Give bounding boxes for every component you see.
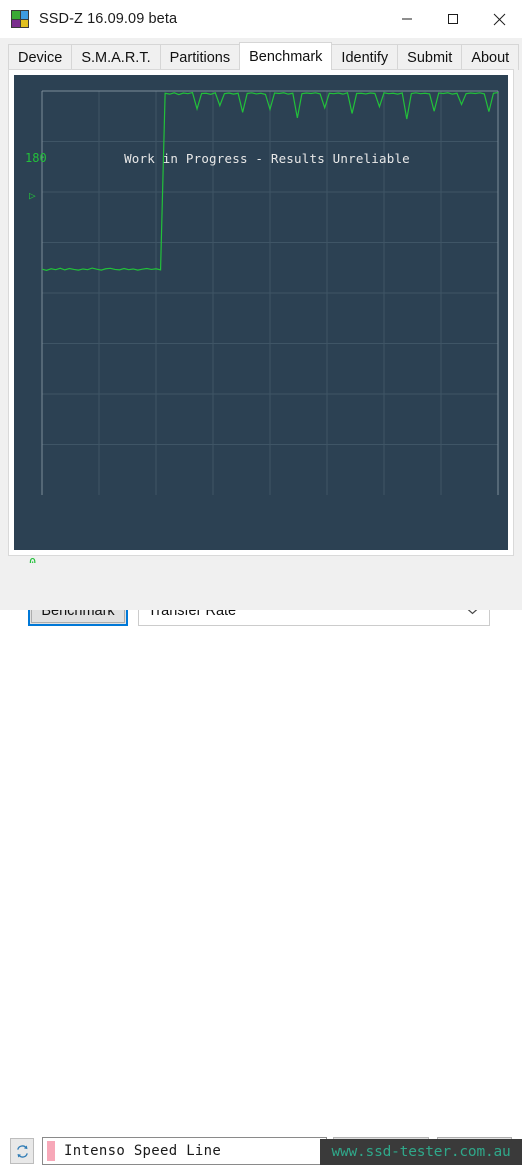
device-name-label: Intenso Speed Line [64, 1143, 222, 1159]
title-bar: SSD-Z 16.09.09 beta [0, 0, 522, 38]
chart-canvas [20, 77, 502, 517]
window-title: SSD-Z 16.09.09 beta [39, 11, 178, 27]
benchmark-panel: 180 0 Work in Progress - Results Unrelia… [8, 69, 514, 626]
device-color-swatch [47, 1141, 55, 1161]
chevron-down-icon [409, 1142, 420, 1160]
ssdz-logo-icon [11, 10, 29, 28]
tab-smart[interactable]: S.M.A.R.T. [71, 44, 161, 70]
quit-button[interactable]: Quit [437, 1137, 512, 1165]
tab-device[interactable]: Device [8, 44, 73, 70]
minimize-icon[interactable] [384, 0, 430, 38]
tab-identify[interactable]: Identify [331, 44, 399, 70]
transfer-rate-chart[interactable] [20, 77, 502, 517]
maximize-icon[interactable] [430, 0, 476, 38]
status-bar: Intenso Speed Line P1 Quit www.ssd-teste… [0, 563, 522, 1165]
tab-bar: Device S.M.A.R.T. Partitions Benchmark I… [8, 42, 520, 70]
partition-select[interactable]: P1 [333, 1137, 429, 1165]
window-controls [384, 0, 522, 38]
close-icon[interactable] [476, 0, 522, 38]
chart-ymax-label: 180 [25, 151, 47, 165]
tab-benchmark[interactable]: Benchmark [239, 42, 333, 70]
ssdz-window: SSD-Z 16.09.09 beta Device S.M.A.R.T. Pa… [0, 0, 522, 1165]
partition-value: P1 [358, 1143, 376, 1159]
refresh-icon[interactable] [10, 1138, 34, 1164]
tab-partitions[interactable]: Partitions [159, 44, 241, 70]
tab-about[interactable]: About [461, 44, 520, 70]
selected-device-field[interactable]: Intenso Speed Line [42, 1137, 327, 1165]
benchmark-plot-area: 180 0 Work in Progress - Results Unrelia… [14, 75, 508, 626]
chart-cursor-marker-icon: ▷ [29, 189, 36, 202]
tab-submit[interactable]: Submit [397, 44, 463, 70]
